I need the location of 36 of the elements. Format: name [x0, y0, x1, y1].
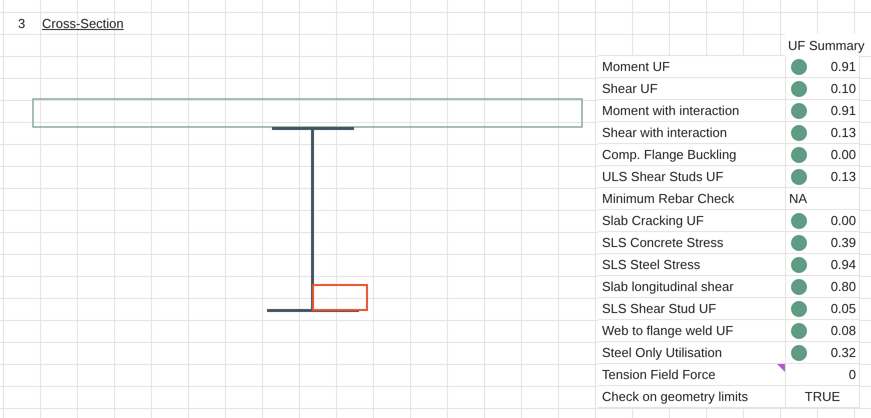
check-label: Moment UF	[602, 59, 670, 74]
check-label: Tension Field Force	[602, 367, 716, 382]
check-label: Shear UF	[602, 81, 658, 96]
check-value: NA	[789, 191, 808, 206]
check-value: TRUE	[804, 389, 840, 404]
selection-rectangle	[312, 284, 368, 311]
check-label: Slab Cracking UF	[602, 213, 704, 228]
check-label: Web to flange weld UF	[602, 323, 734, 338]
check-value: 0.39	[830, 235, 856, 250]
check-value: 0.32	[830, 345, 856, 360]
check-label: Steel Only Utilisation	[602, 345, 722, 360]
check-value: 0	[848, 367, 856, 382]
check-label: Slab longitudinal shear	[602, 279, 734, 294]
check-value: 0.00	[830, 147, 856, 162]
summary-header: UF Summary	[785, 34, 871, 56]
section-title[interactable]: Cross-Section	[42, 16, 124, 30]
check-value: 0.13	[830, 125, 856, 140]
check-label: SLS Shear Stud UF	[602, 301, 716, 316]
check-label: Comp. Flange Buckling	[602, 147, 736, 162]
check-label: Check on geometry limits	[602, 389, 748, 404]
check-value: 0.00	[830, 213, 856, 228]
check-label: SLS Steel Stress	[602, 257, 700, 272]
check-value: 0.80	[830, 279, 856, 294]
check-value: 0.91	[830, 59, 856, 74]
check-value: 0.10	[830, 81, 856, 96]
check-label: Shear with interaction	[602, 125, 728, 140]
check-value: 0.08	[830, 323, 856, 338]
section-number: 3	[18, 16, 26, 30]
check-value: 0.05	[830, 301, 856, 316]
check-value: 0.13	[830, 169, 856, 184]
check-value: 0.91	[830, 103, 856, 118]
check-label: Moment with interaction	[602, 103, 740, 118]
check-label: Minimum Rebar Check	[602, 191, 734, 206]
check-label: ULS Shear Studs UF	[602, 169, 724, 184]
check-value: 0.94	[830, 257, 856, 272]
check-label: SLS Concrete Stress	[602, 235, 724, 250]
